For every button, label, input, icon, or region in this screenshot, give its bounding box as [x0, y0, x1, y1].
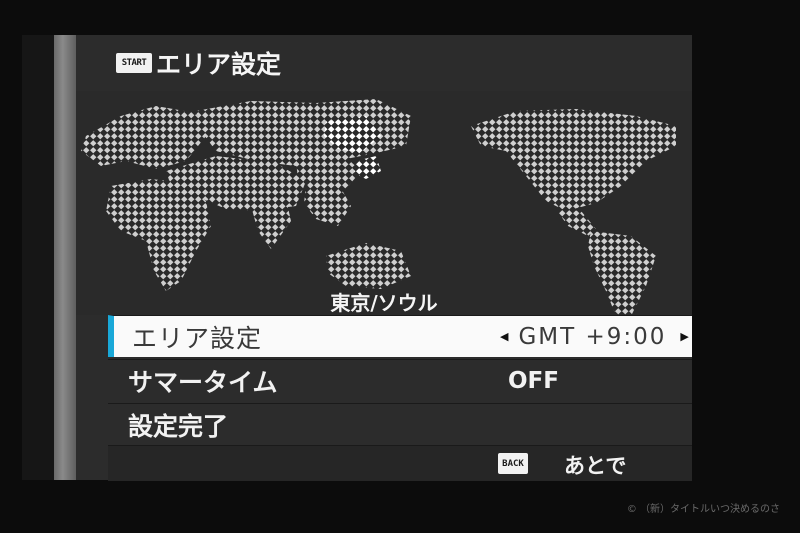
menu-item-finish-setting[interactable]: 設定完了 — [108, 403, 692, 445]
footer-bar: BACK あとで — [108, 445, 692, 481]
page-title: エリア設定 — [156, 50, 282, 79]
world-map-dots — [81, 99, 676, 315]
left-bar — [22, 35, 76, 480]
title-bar: START エリア設定 — [76, 35, 692, 91]
arrow-left-icon[interactable]: ◀ — [500, 330, 510, 343]
menu-item-label: サマータイム — [128, 367, 278, 397]
side-rail — [54, 35, 76, 480]
timezone-value: GMT +9:00 — [518, 323, 667, 350]
menu-item-label: 設定完了 — [128, 411, 229, 441]
watermark: © （新）タイトルいつ決めるのさ — [626, 504, 780, 515]
menu-item-label: エリア設定 — [132, 323, 263, 353]
later-label: あとで — [564, 454, 627, 478]
menu-item-area-setting[interactable]: エリア設定 ◀ GMT +9:00 ▶ — [108, 315, 692, 357]
timezone-selector[interactable]: ◀ GMT +9:00 ▶ — [500, 324, 691, 350]
content-area: START エリア設定 東京/ソウル エリア設定 ◀ GMT +9:00 ▶ サ… — [76, 35, 692, 481]
menu-item-summer-time[interactable]: サマータイム OFF — [108, 359, 692, 401]
summer-time-value: OFF — [508, 367, 559, 394]
start-icon: START — [116, 53, 152, 73]
camera-screen: START エリア設定 東京/ソウル エリア設定 ◀ GMT +9:00 ▶ サ… — [22, 35, 692, 481]
back-icon[interactable]: BACK — [498, 453, 528, 474]
selected-city: 東京/ソウル — [330, 291, 438, 315]
world-map[interactable] — [76, 91, 692, 315]
arrow-right-icon[interactable]: ▶ — [680, 330, 690, 343]
